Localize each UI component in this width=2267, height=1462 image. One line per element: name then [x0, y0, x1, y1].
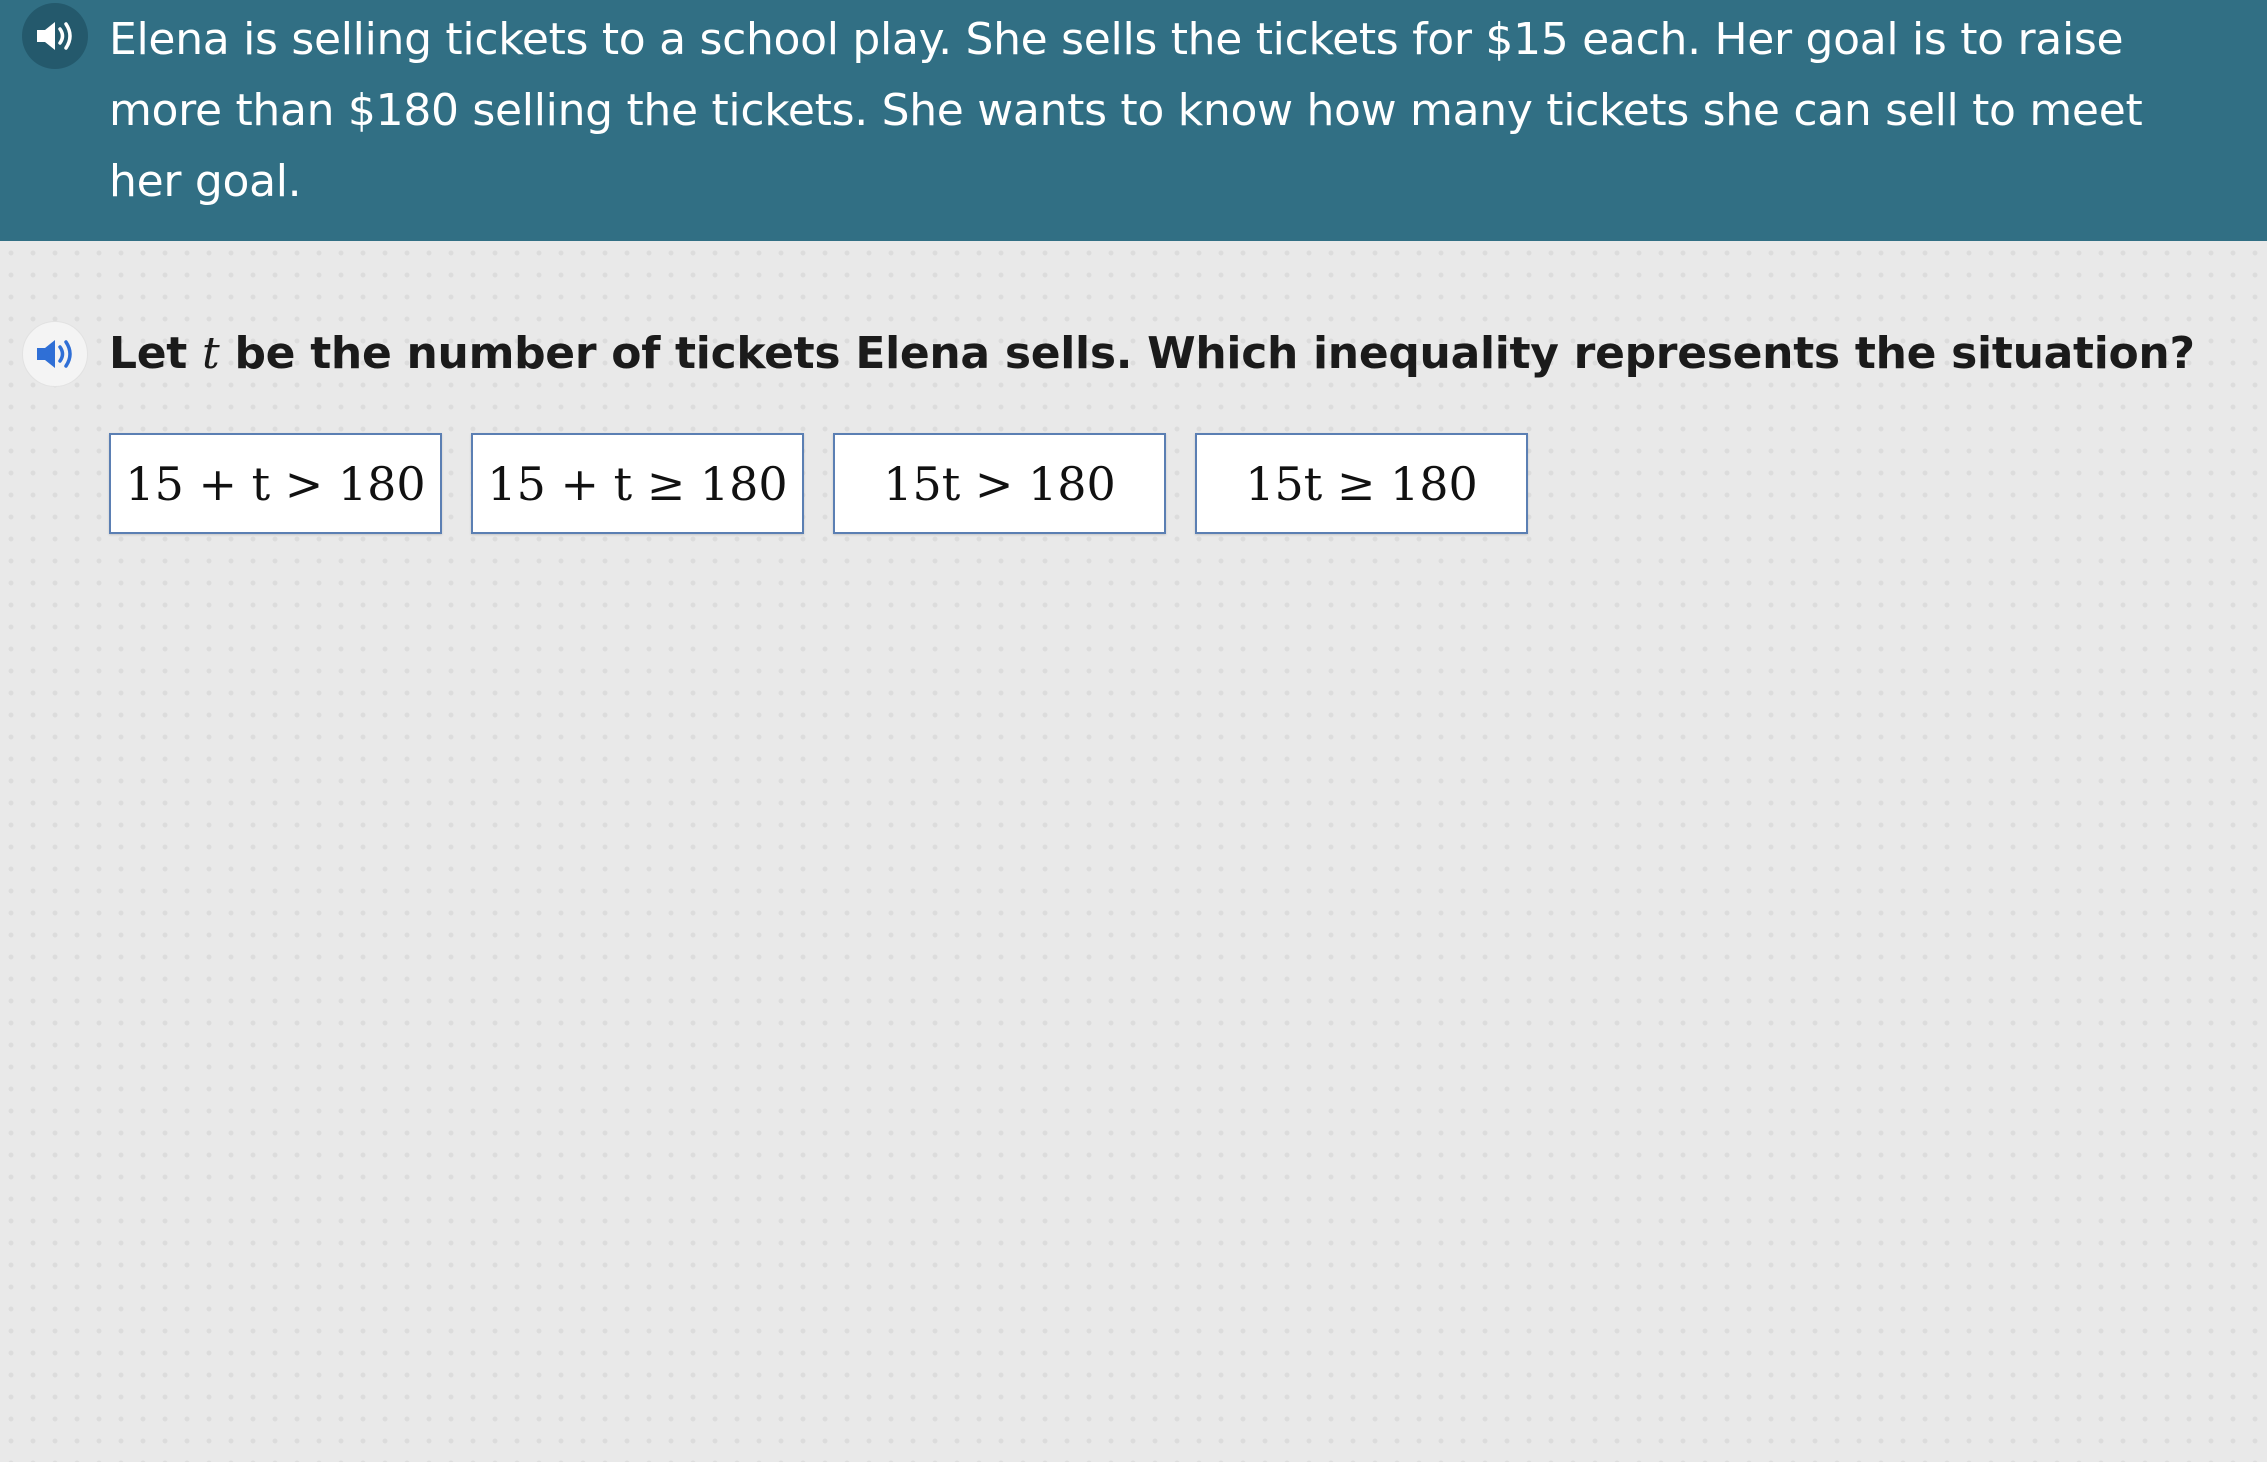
passage-text: Elena is selling tickets to a school pla… — [109, 14, 2143, 207]
question-text-before: Let — [109, 328, 203, 379]
question-variable: t — [202, 328, 220, 379]
answer-choices: 15 + t > 180 15 + t ≥ 180 15t > 180 15t … — [109, 433, 1557, 534]
choice-2[interactable]: 15 + t ≥ 180 — [471, 433, 804, 534]
question-audio-button[interactable] — [22, 321, 88, 387]
speaker-icon — [37, 22, 72, 50]
speaker-icon — [37, 340, 72, 368]
choice-4[interactable]: 15t ≥ 180 — [1195, 433, 1528, 534]
passage-header: Elena is selling tickets to a school pla… — [0, 0, 2267, 241]
passage-audio-button[interactable] — [22, 3, 88, 69]
choice-1[interactable]: 15 + t > 180 — [109, 433, 442, 534]
question-text-after: be the number of tickets Elena sells. Wh… — [219, 328, 2195, 379]
choice-3[interactable]: 15t > 180 — [833, 433, 1166, 534]
question-prompt: Let t be the number of tickets Elena sel… — [109, 320, 2209, 388]
